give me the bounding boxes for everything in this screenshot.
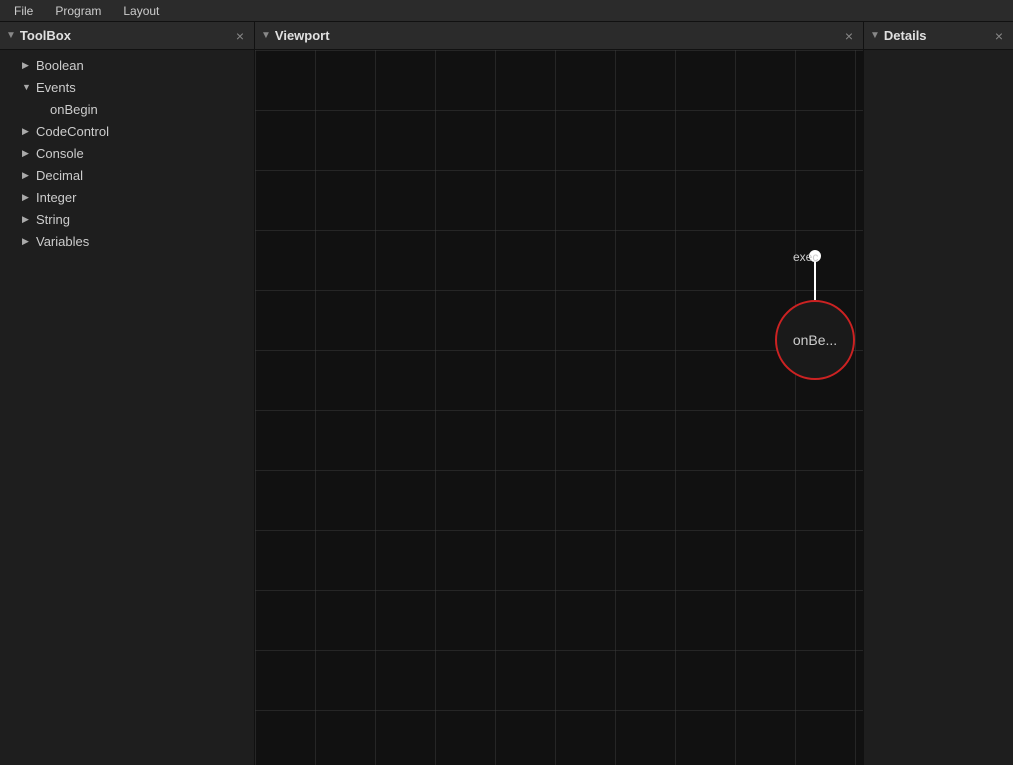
toolbox-panel: ▼ ToolBox × ▶ Boolean ▼ Events onBegin ▶: [0, 22, 255, 765]
viewport-title: Viewport: [275, 28, 837, 43]
node-exec-line: [814, 262, 816, 300]
viewport-header: ▼ Viewport ×: [255, 22, 863, 50]
tree-item-decimal[interactable]: ▶ Decimal: [0, 164, 254, 186]
tree-item-boolean[interactable]: ▶ Boolean: [0, 54, 254, 76]
details-title: Details: [884, 28, 987, 43]
tree-item-integer[interactable]: ▶ Integer: [0, 186, 254, 208]
viewport-panel-icon: ▼: [261, 30, 271, 41]
integer-label: Integer: [36, 190, 76, 205]
boolean-arrow: ▶: [22, 60, 36, 71]
decimal-arrow: ▶: [22, 170, 36, 181]
panels-row: ▼ ToolBox × ▶ Boolean ▼ Events onBegin ▶: [0, 22, 1013, 765]
codecontrol-label: CodeControl: [36, 124, 109, 139]
grid-background: [255, 50, 863, 765]
console-label: Console: [36, 146, 84, 161]
variables-arrow: ▶: [22, 236, 36, 247]
tree-item-onbegin[interactable]: onBegin: [0, 98, 254, 120]
tree-item-string[interactable]: ▶ String: [0, 208, 254, 230]
boolean-label: Boolean: [36, 58, 84, 73]
string-arrow: ▶: [22, 214, 36, 225]
viewport-node[interactable]: exec onBe...: [775, 250, 855, 380]
toolbox-tree: ▶ Boolean ▼ Events onBegin ▶ CodeControl…: [0, 50, 254, 765]
details-close-button[interactable]: ×: [991, 27, 1007, 45]
menu-program[interactable]: Program: [45, 2, 111, 20]
toolbox-panel-icon: ▼: [6, 30, 16, 41]
viewport-canvas[interactable]: exec onBe...: [255, 50, 863, 765]
details-panel-icon: ▼: [870, 30, 880, 41]
toolbox-header: ▼ ToolBox ×: [0, 22, 254, 50]
string-label: String: [36, 212, 70, 227]
events-arrow: ▼: [22, 82, 36, 92]
node-circle[interactable]: onBe...: [775, 300, 855, 380]
viewport-close-button[interactable]: ×: [841, 27, 857, 45]
viewport-panel: ▼ Viewport × exec onBe...: [255, 22, 863, 765]
events-label: Events: [36, 80, 76, 95]
menu-layout[interactable]: Layout: [113, 2, 169, 20]
toolbox-close-button[interactable]: ×: [232, 27, 248, 45]
menu-bar: File Program Layout: [0, 0, 1013, 22]
variables-label: Variables: [36, 234, 89, 249]
tree-item-console[interactable]: ▶ Console: [0, 142, 254, 164]
toolbox-title: ToolBox: [20, 28, 228, 43]
node-exec-label: exec: [793, 250, 818, 264]
integer-arrow: ▶: [22, 192, 36, 203]
tree-item-events[interactable]: ▼ Events: [0, 76, 254, 98]
codecontrol-arrow: ▶: [22, 126, 36, 137]
console-arrow: ▶: [22, 148, 36, 159]
tree-item-variables[interactable]: ▶ Variables: [0, 230, 254, 252]
details-header: ▼ Details ×: [864, 22, 1013, 50]
onbegin-label: onBegin: [50, 102, 98, 117]
details-panel: ▼ Details ×: [863, 22, 1013, 765]
tree-item-codecontrol[interactable]: ▶ CodeControl: [0, 120, 254, 142]
node-circle-label: onBe...: [793, 332, 837, 348]
decimal-label: Decimal: [36, 168, 83, 183]
menu-file[interactable]: File: [4, 2, 43, 20]
